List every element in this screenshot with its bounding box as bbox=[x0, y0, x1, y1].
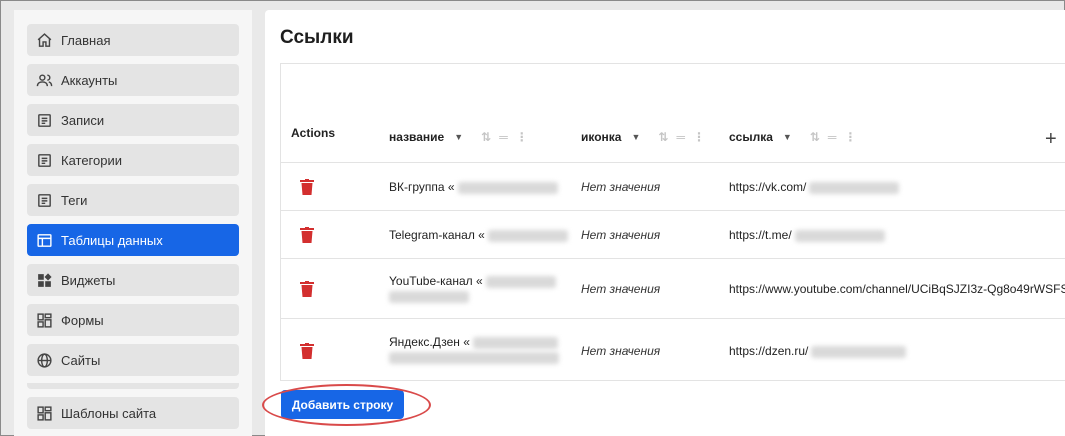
drag-handle-icon[interactable]: ═ bbox=[499, 130, 508, 144]
redacted-text bbox=[389, 352, 559, 365]
sidebar-item-label: Формы bbox=[61, 312, 104, 328]
trash-icon[interactable] bbox=[300, 227, 314, 243]
sidebar-item-label: Теги bbox=[61, 192, 88, 208]
sidebar-item-tags[interactable]: Теги bbox=[27, 184, 239, 216]
forms-icon bbox=[35, 404, 53, 422]
add-column-icon[interactable]: + bbox=[1045, 128, 1057, 151]
sort-arrows-icon[interactable]: ⇅ bbox=[810, 130, 820, 144]
sidebar-item-label: Категории bbox=[61, 152, 122, 168]
column-header-link[interactable]: ссылка ▼ ⇅ ═ ⋮ bbox=[729, 130, 864, 144]
cell-name: Telegram-канал « bbox=[389, 228, 568, 242]
redacted-text bbox=[389, 291, 469, 304]
cell-link: https://t.me/ bbox=[729, 228, 885, 242]
forms-icon bbox=[35, 311, 53, 329]
cell-name: Яндекс.Дзен « bbox=[389, 335, 559, 365]
redacted-text bbox=[794, 229, 885, 242]
sidebar-item-posts[interactable]: Записи bbox=[27, 104, 239, 136]
cell-icon: Нет значения bbox=[581, 180, 661, 194]
cell-name: YouTube-канал « bbox=[389, 274, 556, 304]
column-header-name[interactable]: название ▼ ⇅ ═ ⋮ bbox=[389, 130, 536, 144]
sidebar-item-categories[interactable]: Категории bbox=[27, 144, 239, 176]
redacted-text bbox=[487, 229, 568, 242]
table-row: ВК-группа « Нет значения https://vk.com/ bbox=[281, 163, 1065, 211]
users-icon bbox=[35, 71, 53, 89]
sidebar-item-data-tables[interactable]: Таблицы данных bbox=[27, 224, 239, 256]
sidebar-item-label: Записи bbox=[61, 112, 105, 128]
sort-down-icon[interactable]: ▼ bbox=[454, 132, 463, 142]
trash-icon[interactable] bbox=[300, 179, 314, 195]
sidebar-item-site-templates[interactable]: Шаблоны сайта bbox=[27, 397, 239, 429]
sort-arrows-icon[interactable]: ⇅ bbox=[658, 130, 668, 144]
data-table: Actions название ▼ ⇅ ═ ⋮ иконка ▼ ⇅ ═ ⋮ … bbox=[280, 63, 1065, 381]
sidebar: Главная Аккаунты Записи Категории Теги Т… bbox=[14, 10, 252, 436]
document-icon bbox=[35, 151, 53, 169]
table-icon bbox=[35, 231, 53, 249]
sort-arrows-icon[interactable]: ⇅ bbox=[481, 130, 491, 144]
sort-down-icon[interactable]: ▼ bbox=[631, 132, 640, 142]
table-row: YouTube-канал « Нет значения https://www… bbox=[281, 259, 1065, 319]
column-header-icon[interactable]: иконка ▼ ⇅ ═ ⋮ bbox=[581, 130, 713, 144]
redacted-text bbox=[485, 275, 556, 288]
cell-icon: Нет значения bbox=[581, 282, 661, 296]
table-row: Яндекс.Дзен « Нет значения https://dzen.… bbox=[281, 319, 1065, 381]
cell-link: https://vk.com/ bbox=[729, 180, 900, 194]
widgets-icon bbox=[35, 271, 53, 289]
drag-handle-icon[interactable]: ═ bbox=[676, 130, 685, 144]
trash-icon[interactable] bbox=[300, 343, 314, 359]
table-row: Telegram-канал « Нет значения https://t.… bbox=[281, 211, 1065, 259]
cell-icon: Нет значения bbox=[581, 228, 661, 242]
sidebar-item-label: Виджеты bbox=[61, 272, 116, 288]
sidebar-item-forms[interactable]: Формы bbox=[27, 304, 239, 336]
highlight-ellipse bbox=[262, 384, 431, 426]
cell-name: ВК-группа « bbox=[389, 180, 558, 194]
sidebar-item-label: Шаблоны сайта bbox=[61, 405, 157, 421]
document-icon bbox=[35, 111, 53, 129]
cell-link: https://dzen.ru/ bbox=[729, 344, 907, 358]
sidebar-item-label: Главная bbox=[61, 32, 111, 48]
more-vertical-icon[interactable]: ⋮ bbox=[516, 130, 528, 144]
cell-link: https://www.youtube.com/channel/UCiBqSJZ… bbox=[729, 282, 1065, 296]
sidebar-divider bbox=[27, 383, 239, 389]
sort-down-icon[interactable]: ▼ bbox=[783, 132, 792, 142]
sidebar-item-label: Сайты bbox=[61, 352, 101, 368]
page-title: Ссылки bbox=[280, 27, 354, 48]
redacted-text bbox=[472, 336, 558, 349]
sidebar-item-label: Аккаунты bbox=[61, 72, 118, 88]
more-vertical-icon[interactable]: ⋮ bbox=[693, 130, 705, 144]
redacted-text bbox=[809, 181, 900, 194]
column-header-actions: Actions bbox=[291, 126, 336, 140]
cell-icon: Нет значения bbox=[581, 344, 661, 358]
globe-icon bbox=[35, 351, 53, 369]
sidebar-item-label: Таблицы данных bbox=[61, 232, 163, 248]
main-panel: Ссылки Actions название ▼ ⇅ ═ ⋮ иконка ▼… bbox=[265, 10, 1065, 436]
sidebar-item-home[interactable]: Главная bbox=[27, 24, 239, 56]
sidebar-item-widgets[interactable]: Виджеты bbox=[27, 264, 239, 296]
more-vertical-icon[interactable]: ⋮ bbox=[844, 130, 856, 144]
redacted-text bbox=[811, 345, 907, 358]
redacted-text bbox=[457, 181, 558, 194]
home-icon bbox=[35, 31, 53, 49]
sidebar-item-sites[interactable]: Сайты bbox=[27, 344, 239, 376]
trash-icon[interactable] bbox=[300, 281, 314, 297]
drag-handle-icon[interactable]: ═ bbox=[828, 130, 837, 144]
sidebar-item-accounts[interactable]: Аккаунты bbox=[27, 64, 239, 96]
document-icon bbox=[35, 191, 53, 209]
